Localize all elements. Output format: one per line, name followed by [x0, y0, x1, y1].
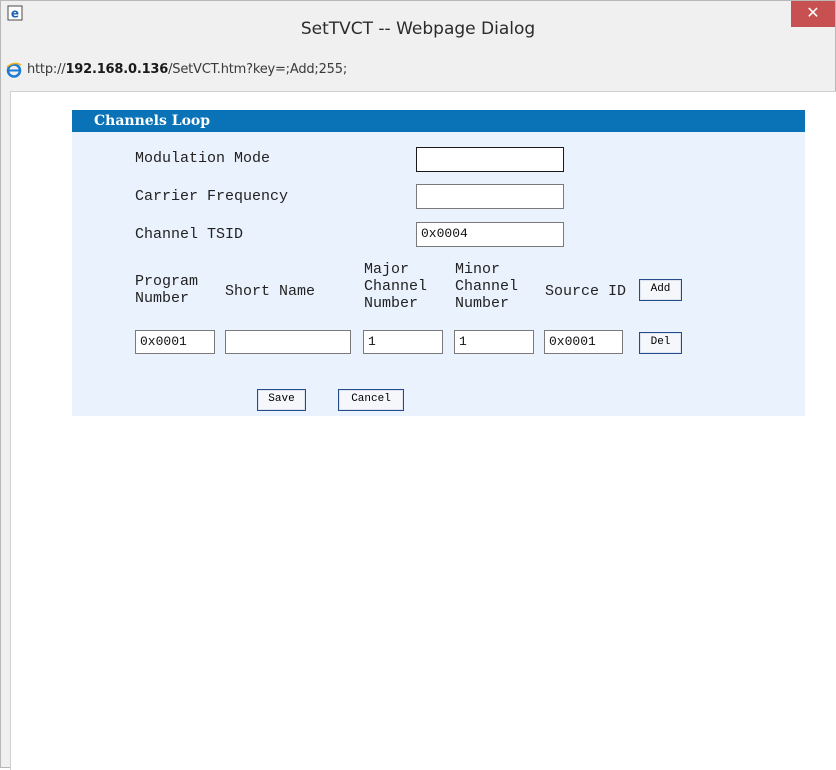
title-bar[interactable]: e SetTVCT -- Webpage Dialog ✕ [1, 1, 835, 59]
major-channel-header-line3: Number [364, 295, 419, 312]
source-id-input[interactable]: 0x0001 [544, 330, 623, 354]
close-button[interactable]: ✕ [791, 1, 835, 27]
dialog-window: e SetTVCT -- Webpage Dialog ✕ http://192… [0, 0, 836, 770]
add-button[interactable]: Add [639, 279, 682, 301]
save-button[interactable]: Save [257, 389, 306, 411]
major-channel-input[interactable]: 1 [363, 330, 443, 354]
short-name-header: Short Name [225, 283, 316, 300]
address-bar: http://192.168.0.136/SetVCT.htm?key=;Add… [1, 59, 835, 81]
carrier-frequency-input[interactable] [416, 184, 564, 209]
program-number-header: Program Number [135, 273, 198, 307]
major-channel-header: Major Channel Number [364, 261, 427, 312]
modulation-mode-label: Modulation Mode [135, 150, 271, 167]
carrier-frequency-label: Carrier Frequency [135, 188, 289, 205]
short-name-input[interactable] [225, 330, 351, 354]
address-host: 192.168.0.136 [65, 62, 169, 77]
address-prefix: http:// [27, 62, 66, 77]
major-channel-header-line1: Major [364, 261, 410, 278]
modulation-mode-input[interactable] [416, 147, 564, 172]
del-button[interactable]: Del [639, 332, 682, 354]
minor-channel-input[interactable]: 1 [454, 330, 534, 354]
page-content: Channels Loop Modulation Mode Carrier Fr… [10, 91, 836, 770]
channel-tsid-label: Channel TSID [135, 226, 244, 243]
major-channel-header-line2: Channel [364, 278, 428, 295]
address-url: http://192.168.0.136/SetVCT.htm?key=;Add… [27, 62, 347, 77]
minor-channel-header-line3: Number [455, 295, 510, 312]
panel-header: Channels Loop [72, 110, 805, 132]
ie-logo-icon [6, 62, 22, 78]
program-number-input[interactable]: 0x0001 [135, 330, 215, 354]
address-path: /SetVCT.htm?key=;Add;255; [168, 62, 348, 77]
minor-channel-header-line2: Channel [455, 278, 519, 295]
minor-channel-header: Minor Channel Number [455, 261, 518, 312]
program-number-header-line1: Program [135, 273, 199, 290]
close-icon: ✕ [806, 3, 820, 22]
channel-tsid-input[interactable]: 0x0004 [416, 222, 564, 247]
program-number-header-line2: Number [135, 290, 190, 307]
channels-loop-panel: Channels Loop Modulation Mode Carrier Fr… [72, 110, 805, 416]
source-id-header: Source ID [545, 283, 627, 300]
minor-channel-header-line1: Minor [455, 261, 501, 278]
cancel-button[interactable]: Cancel [338, 389, 404, 411]
window-title: SetTVCT -- Webpage Dialog [300, 19, 536, 39]
